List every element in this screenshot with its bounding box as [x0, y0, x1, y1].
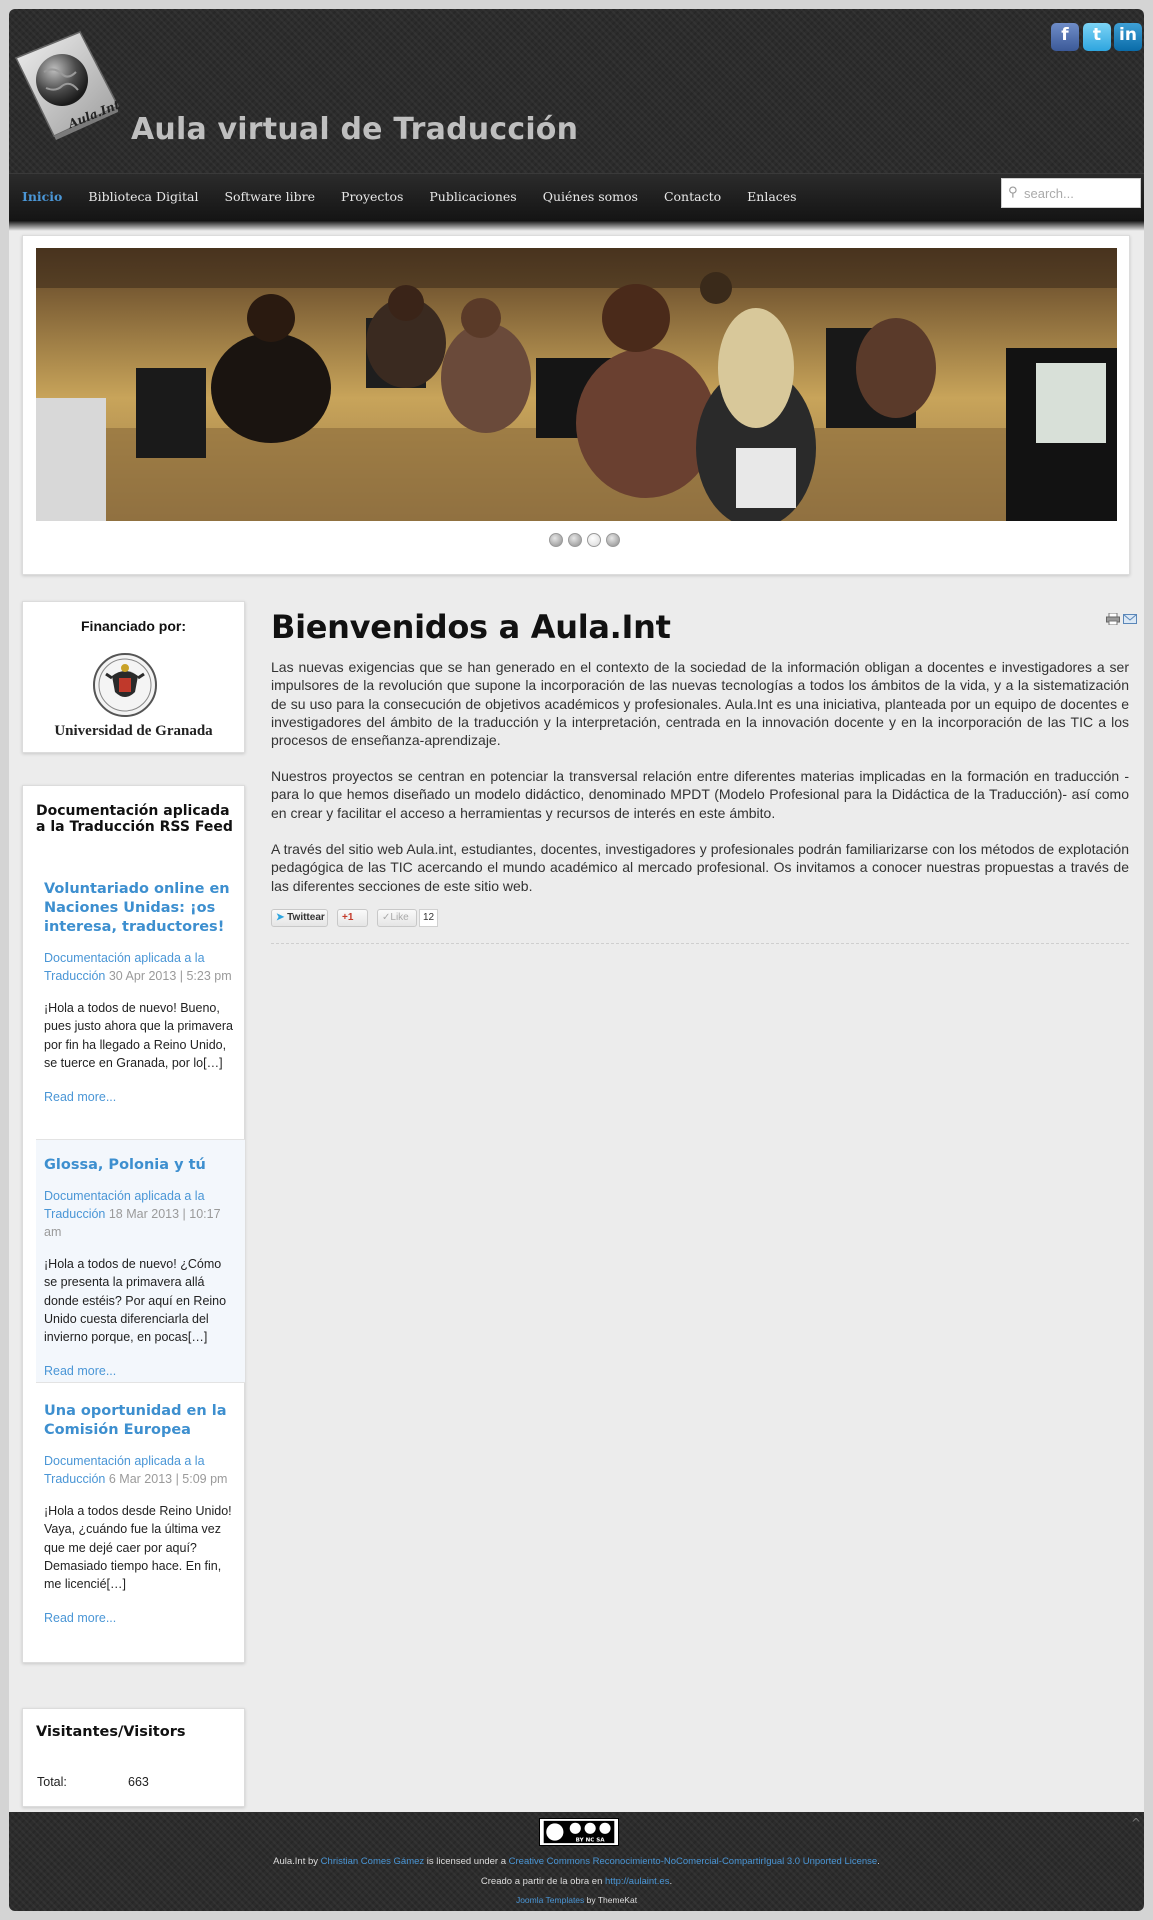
rss-item-title[interactable]: Una oportunidad en la Comisión Europea: [44, 1403, 226, 1438]
nav-item-enlaces[interactable]: Enlaces: [747, 174, 796, 222]
like-label: Like: [390, 912, 409, 923]
cc-license-badge[interactable]: BY NC SA: [539, 1818, 619, 1846]
license-link[interactable]: Creative Commons Reconocimiento-NoComerc…: [509, 1856, 878, 1867]
nav-menu: Inicio Biblioteca Digital Software libre…: [22, 174, 823, 222]
article-title: Bienvenidos a Aula.Int: [271, 608, 671, 646]
twitter-bird-icon: ➤: [276, 912, 285, 923]
visitors-total-label: Total:: [37, 1775, 67, 1789]
article-paragraph-2: Nuestros proyectos se centran en potenci…: [271, 768, 1129, 821]
rss-item-title[interactable]: Glossa, Polonia y tú: [44, 1157, 206, 1173]
footer-text: Creado a partir de la obra en: [480, 1876, 606, 1887]
nav-item-quienes-somos[interactable]: Quiénes somos: [543, 174, 638, 222]
nav-item-proyectos[interactable]: Proyectos: [341, 174, 403, 222]
email-icon[interactable]: [1123, 614, 1137, 624]
nav-item-biblioteca-digital[interactable]: Biblioteca Digital: [88, 174, 198, 222]
nav-shadow: [9, 221, 1144, 231]
search-icon: ⚲: [1008, 185, 1018, 200]
article-paragraph-3: A través del sitio web Aula.int, estudia…: [271, 841, 1129, 894]
linkedin-glyph: in: [1119, 25, 1137, 45]
site-title[interactable]: Aula virtual de Traducción: [131, 112, 578, 147]
facebook-icon[interactable]: f: [1051, 23, 1079, 51]
cc-badge-text: BY NC SA: [576, 1837, 606, 1843]
article-paragraph-1: Las nuevas exigencias que se han generad…: [271, 659, 1129, 749]
rss-item-meta: Documentación aplicada a la Traducción 1…: [44, 1187, 237, 1241]
slideshow: [22, 235, 1130, 575]
joomla-templates-link[interactable]: Joomla Templates: [516, 1895, 584, 1905]
share-buttons: ➤ Twittear +1 ✓Like 12: [271, 909, 439, 927]
funding-title: Financiado por:: [81, 618, 186, 634]
read-more-link[interactable]: Read more...: [44, 1364, 116, 1378]
visitors-total-value: 663: [128, 1775, 149, 1789]
nav-item-contacto[interactable]: Contacto: [664, 174, 721, 222]
slide-dots: [549, 533, 625, 547]
site-header: Aula.Int Aula virtual de Traducción f t …: [9, 9, 1144, 173]
footer-credit-line: Joomla Templates by ThemeKat: [9, 1895, 1144, 1905]
nav-item-inicio[interactable]: Inicio: [22, 174, 62, 222]
rss-item-title[interactable]: Voluntariado online en Naciones Unidas: …: [44, 881, 230, 935]
rss-item: Una oportunidad en la Comisión Europea D…: [36, 1400, 245, 1626]
rss-item-excerpt: ¡Hola a todos desde Reino Unido! Vaya, ¿…: [44, 1504, 232, 1592]
google-plus-button[interactable]: +1: [337, 909, 368, 927]
ugr-name[interactable]: Universidad de Granada: [23, 723, 244, 740]
rss-item-excerpt: ¡Hola a todos de nuevo! Bueno, pues just…: [44, 1001, 234, 1070]
gplus-label: +1: [342, 912, 354, 923]
slide-dot-4[interactable]: [606, 533, 620, 547]
page-frame: Aula.Int Aula virtual de Traducción f t …: [9, 9, 1144, 1911]
print-icon[interactable]: [1106, 613, 1120, 625]
main-nav: Inicio Biblioteca Digital Software libre…: [9, 173, 1144, 221]
twitter-glyph: t: [1092, 25, 1102, 45]
rss-item: Glossa, Polonia y tú Documentación aplic…: [36, 1140, 245, 1382]
source-link[interactable]: http://aulaint.es: [605, 1876, 669, 1887]
like-button[interactable]: ✓Like: [377, 909, 417, 927]
nav-item-publicaciones[interactable]: Publicaciones: [429, 174, 516, 222]
linkedin-icon[interactable]: in: [1114, 23, 1142, 51]
like-count: 12: [419, 909, 439, 927]
funding-module: Financiado por: Universidad de Granada: [22, 601, 245, 753]
search-box: ⚲: [1001, 178, 1141, 208]
footer-text: .: [669, 1876, 673, 1887]
ugr-emblem-icon[interactable]: [92, 652, 158, 718]
rss-item-date: 6 Mar 2013 | 5:09 pm: [108, 1472, 228, 1486]
rss-module: Documentación aplicada a la Traducción R…: [22, 785, 245, 1663]
rss-module-title: Documentación aplicada a la Traducción R…: [36, 803, 233, 835]
read-more-link[interactable]: Read more...: [44, 1090, 116, 1104]
article-divider: [271, 943, 1129, 944]
rss-item-meta: Documentación aplicada a la Traducción 6…: [44, 1452, 237, 1488]
footer-text: .: [877, 1856, 880, 1867]
nav-item-software-libre[interactable]: Software libre: [224, 174, 315, 222]
rss-separator: [36, 1382, 245, 1383]
tweet-label: Twittear: [287, 912, 325, 923]
tweet-button[interactable]: ➤ Twittear: [271, 909, 328, 927]
rss-item: Voluntariado online en Naciones Unidas: …: [36, 878, 245, 1105]
author-link[interactable]: Christian Comes Gámez: [321, 1856, 424, 1867]
search-input[interactable]: [1024, 184, 1134, 202]
scroll-top-icon[interactable]: ^: [1131, 1816, 1141, 1830]
footer-text: Aula.Int by: [273, 1856, 321, 1867]
slide-dot-1[interactable]: [549, 533, 563, 547]
read-more-link[interactable]: Read more...: [44, 1611, 116, 1625]
slide-dot-2[interactable]: [568, 533, 582, 547]
rss-item-meta: Documentación aplicada a la Traducción 3…: [44, 949, 237, 985]
rss-item-date: 30 Apr 2013 | 5:23 pm: [108, 969, 232, 983]
footer-text: by ThemeKat: [584, 1895, 638, 1905]
slide-image[interactable]: [36, 248, 1117, 521]
aula-int-logo[interactable]: Aula.Int: [10, 28, 122, 140]
facebook-glyph: f: [1061, 25, 1069, 45]
footer-license-line: Aula.Int by Christian Comes Gámez is lic…: [9, 1856, 1144, 1867]
rss-item-excerpt: ¡Hola a todos de nuevo! ¿Cómo se present…: [44, 1257, 227, 1345]
visitors-module: Visitantes/Visitors Total: 663: [22, 1708, 245, 1807]
slide-dot-3[interactable]: [587, 533, 601, 547]
site-footer: BY NC SA ^ Aula.Int by Christian Comes G…: [9, 1812, 1144, 1911]
twitter-icon[interactable]: t: [1083, 23, 1111, 51]
visitors-title: Visitantes/Visitors: [36, 1724, 186, 1740]
footer-text: is licensed under a: [424, 1856, 509, 1867]
footer-source-line: Creado a partir de la obra en http://aul…: [9, 1876, 1144, 1887]
